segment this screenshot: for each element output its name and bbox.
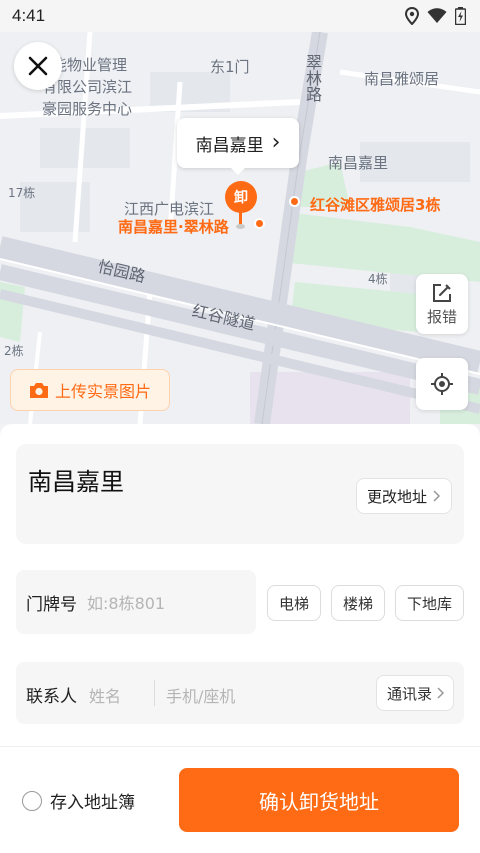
door-number-field[interactable]: 门牌号 如:8栋801 [16, 570, 256, 634]
report-error-button[interactable]: 报错 [416, 274, 468, 334]
chip-basement[interactable]: 下地库 [395, 585, 464, 621]
contact-label: 联系人 [26, 687, 77, 707]
contact-row: 联系人 姓名 手机/座机 通讯录 [16, 662, 464, 724]
save-radio[interactable] [22, 790, 42, 811]
battery-icon [455, 7, 466, 25]
map-label: 南昌嘉里 [328, 154, 389, 172]
save-label: 存入地址簿 [50, 793, 135, 813]
save-to-address-book[interactable]: 存入地址簿 [22, 788, 135, 813]
location-icon [405, 7, 419, 25]
contact-phone-input[interactable]: 手机/座机 [166, 683, 235, 707]
report-label: 报错 [426, 307, 457, 326]
poi-dot[interactable] [254, 218, 265, 229]
status-icons [405, 7, 466, 25]
chevron-right-icon [433, 490, 441, 502]
map-view[interactable]: 能物业管理 有限公司滨江 豪园服务中心 东1门 翠林路 南昌雅颂居 南昌嘉里 1… [0, 32, 480, 424]
close-button[interactable] [14, 42, 62, 90]
poi-label[interactable]: 红谷滩区雅颂居3栋 [310, 194, 440, 215]
map-label: 南昌雅颂居 [364, 70, 440, 88]
map-label: 2栋 [4, 344, 24, 358]
map-label: 能物业管理 [52, 56, 128, 74]
close-icon [28, 56, 48, 76]
contacts-button[interactable]: 通讯录 [375, 675, 454, 711]
chip-stairs[interactable]: 楼梯 [331, 585, 385, 621]
unload-pin: 卸 [225, 181, 257, 213]
address-card: 南昌嘉里 更改地址 [16, 444, 464, 544]
camera-icon [29, 383, 48, 398]
status-bar: 4:41 [0, 0, 480, 32]
map-label: 东1门 [210, 58, 250, 76]
change-address-button[interactable]: 更改地址 [355, 478, 452, 514]
poi-dot[interactable] [289, 196, 300, 207]
map-label: 4栋 [368, 272, 388, 286]
locate-icon [431, 373, 453, 395]
map-label: 豪园服务中心 [42, 100, 133, 118]
wifi-icon [427, 8, 447, 23]
locate-button[interactable] [416, 358, 468, 410]
divider [154, 680, 155, 706]
chevron-right-icon: › [271, 130, 281, 155]
upload-photo-button[interactable]: 上传实景图片 [10, 369, 170, 411]
map-label: 翠林路 [303, 54, 322, 102]
edit-icon [433, 283, 451, 302]
divider [0, 746, 480, 747]
contacts-label: 通讯录 [386, 684, 432, 703]
pin-shadow [236, 224, 245, 229]
callout-label: 南昌嘉里 [195, 135, 264, 156]
door-number-label: 门牌号 [26, 594, 77, 615]
chip-elevator[interactable]: 电梯 [267, 585, 321, 621]
status-time: 4:41 [12, 6, 46, 25]
chevron-right-icon [437, 687, 445, 699]
confirm-address-button[interactable]: 确认卸货地址 [179, 768, 459, 832]
address-title: 南昌嘉里 [28, 468, 124, 496]
poi-label[interactable]: 南昌嘉里·翠林路 [118, 216, 229, 237]
contact-name-input[interactable]: 姓名 [89, 683, 121, 707]
door-number-input[interactable]: 如:8栋801 [87, 590, 165, 614]
map-label: 17栋 [8, 186, 36, 200]
change-address-label: 更改地址 [366, 487, 427, 506]
upload-label: 上传实景图片 [54, 382, 151, 401]
address-panel: 南昌嘉里 更改地址 门牌号 如:8栋801 电梯 楼梯 下地库 联系人 姓名 手… [0, 424, 480, 853]
address-callout[interactable]: 南昌嘉里 › [177, 118, 299, 175]
